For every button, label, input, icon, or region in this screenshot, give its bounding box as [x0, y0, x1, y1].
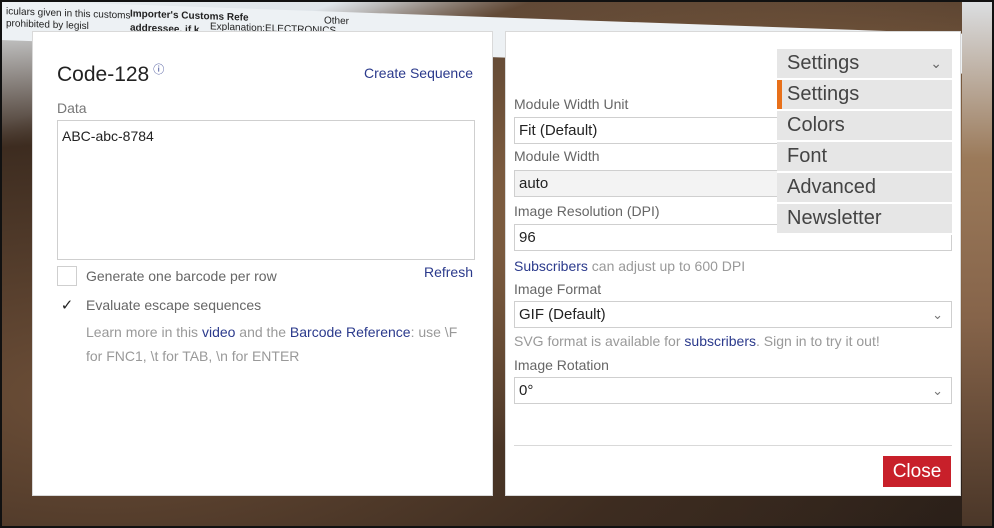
module-width-label: Module Width — [514, 148, 600, 164]
video-link[interactable]: video — [202, 324, 235, 340]
per-row-checkbox[interactable] — [57, 266, 77, 286]
checkmark-icon: ✓ — [60, 297, 74, 314]
module-width-value: auto — [519, 175, 549, 192]
create-sequence-link[interactable]: Create Sequence — [364, 65, 473, 81]
background-box — [962, 0, 994, 528]
chevron-down-icon: ⌄ — [930, 55, 942, 71]
escape-help-text: Learn more in this video and the Barcode… — [86, 320, 466, 368]
rotation-label: Image Rotation — [514, 357, 609, 373]
subscribers-link[interactable]: subscribers — [684, 333, 756, 349]
nav-item-advanced[interactable]: Advanced — [777, 173, 952, 204]
format-note: SVG format is available for subscribers.… — [514, 333, 880, 349]
module-width-unit-label: Module Width Unit — [514, 96, 629, 112]
settings-nav-header: Settings — [787, 52, 860, 74]
format-note-text: SVG format is available for — [514, 333, 685, 349]
chevron-down-icon: ⌄ — [932, 382, 943, 398]
chevron-down-icon: ⌄ — [932, 306, 943, 322]
rotation-value: 0° — [519, 382, 534, 399]
per-row-option: Generate one barcode per row — [57, 266, 277, 286]
nav-item-colors[interactable]: Colors — [777, 111, 952, 142]
format-note-text: . Sign in to try it out! — [756, 333, 880, 349]
symbology-title-text: Code-128 — [57, 63, 150, 86]
format-label: Image Format — [514, 281, 602, 297]
settings-nav-toggle[interactable]: Settings ⌄ — [777, 49, 952, 80]
background-text: Other — [324, 15, 350, 28]
format-value: GIF (Default) — [519, 306, 606, 323]
info-icon[interactable]: ⓘ — [153, 64, 164, 76]
module-width-unit-value: Fit (Default) — [519, 122, 598, 139]
nav-item-font[interactable]: Font — [777, 142, 952, 173]
data-label: Data — [57, 100, 87, 116]
format-select[interactable]: GIF (Default) ⌄ — [514, 301, 952, 328]
close-button[interactable]: Close — [883, 456, 951, 487]
divider — [514, 445, 952, 446]
per-row-label: Generate one barcode per row — [86, 268, 277, 284]
help-text-part: and the — [235, 324, 290, 340]
nav-item-newsletter[interactable]: Newsletter — [777, 204, 952, 235]
nav-item-settings[interactable]: Settings — [777, 80, 952, 111]
rotation-select[interactable]: 0° ⌄ — [514, 377, 952, 404]
resolution-note-text: can adjust up to 600 DPI — [587, 258, 746, 274]
subscribers-link[interactable]: Subscribers — [514, 258, 588, 274]
resolution-value: 96 — [519, 229, 536, 246]
refresh-link[interactable]: Refresh — [424, 264, 473, 280]
resolution-note: Subscribers can adjust up to 600 DPI — [514, 258, 745, 274]
resolution-label: Image Resolution (DPI) — [514, 203, 660, 219]
escape-checkbox[interactable]: ✓ — [57, 295, 77, 315]
escape-label: Evaluate escape sequences — [86, 297, 262, 313]
data-value: ABC-abc-8784 — [62, 128, 154, 144]
data-textarea[interactable]: ABC-abc-8784 — [57, 120, 475, 260]
barcode-reference-link[interactable]: Barcode Reference — [290, 324, 411, 340]
help-text-part: Learn more in this — [86, 324, 202, 340]
symbology-title: Code-128 ⓘ — [57, 61, 164, 87]
settings-nav-dropdown: Settings ⌄ Settings Colors Font Advanced… — [777, 49, 952, 235]
barcode-data-panel: Code-128 ⓘ Create Sequence Data ABC-abc-8… — [32, 31, 493, 496]
escape-option: ✓ Evaluate escape sequences — [57, 295, 261, 315]
